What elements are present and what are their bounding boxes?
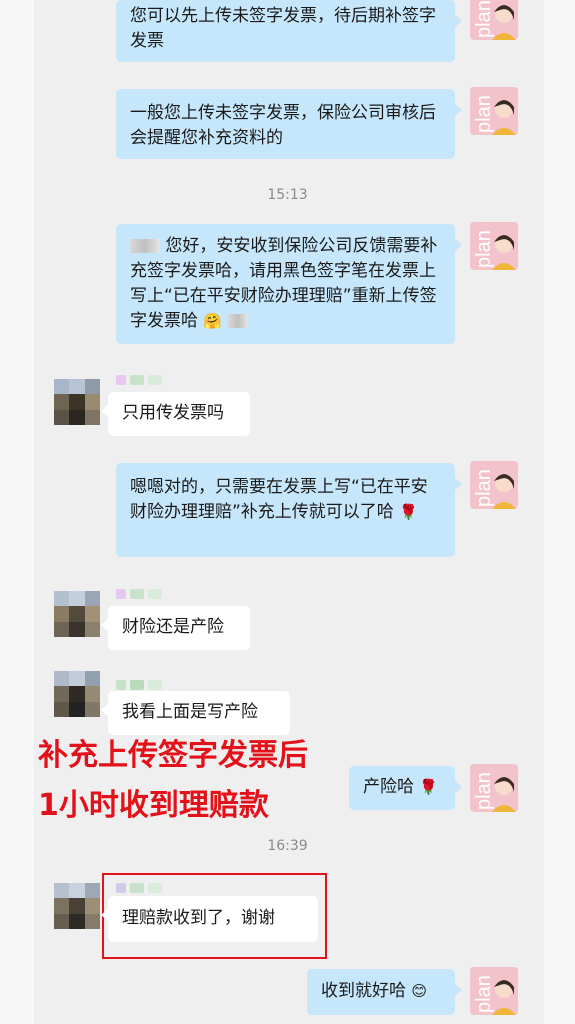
agent-avatar-icon: plan bbox=[470, 967, 518, 1015]
message-bubble-incoming[interactable]: 理赔款收到了，谢谢 bbox=[101, 896, 318, 942]
agent-avatar[interactable]: plan bbox=[470, 967, 518, 1015]
message-bubble-outgoing[interactable]: 您好，安安收到保险公司反馈需要补充签字发票哈，请用黑色签字笔在发票上写上“已在平… bbox=[116, 224, 462, 344]
svg-text:plan: plan bbox=[473, 469, 495, 507]
svg-text:plan: plan bbox=[473, 0, 495, 38]
timestamp: 16:39 bbox=[267, 838, 308, 854]
hug-emoji-icon: 🤗 bbox=[203, 312, 223, 330]
message-text: 嗯嗯对的，只需要在发票上写“已在平安财险办理理赔”补充上传就可以了哈 bbox=[130, 477, 428, 522]
agent-avatar[interactable]: plan bbox=[470, 222, 518, 270]
message-bubble-outgoing[interactable]: 产险哈 🌹 bbox=[349, 766, 462, 810]
message-text: 您可以先上传未签字发票，待后期补签字发票 bbox=[130, 6, 436, 51]
agent-avatar-icon: plan bbox=[470, 461, 518, 509]
agent-avatar-icon: plan bbox=[470, 764, 518, 812]
svg-text:plan: plan bbox=[473, 975, 495, 1013]
right-margin bbox=[544, 0, 575, 1024]
agent-avatar-icon: plan bbox=[470, 87, 518, 135]
message-bubble-outgoing[interactable]: 一般您上传未签字发票，保险公司审核后会提醒您补充资料的 bbox=[116, 89, 462, 159]
message-text: 您好，安安收到保险公司反馈需要补充签字发票哈，请用黑色签字笔在发票上写上“已在平… bbox=[130, 236, 438, 331]
blurred-sender-name bbox=[116, 883, 174, 893]
agent-avatar[interactable]: plan bbox=[470, 87, 518, 135]
svg-text:plan: plan bbox=[473, 95, 495, 133]
message-text: 财险还是产险 bbox=[122, 617, 224, 637]
blurred-sender-name bbox=[116, 589, 174, 599]
red-annotation-line2: 1小时收到理赔款 bbox=[38, 788, 269, 823]
user-avatar[interactable] bbox=[54, 379, 100, 425]
rose-emoji-icon: 🌹 bbox=[399, 503, 418, 521]
message-bubble-incoming[interactable]: 财险还是产险 bbox=[101, 606, 250, 650]
smile-emoji-icon: 😊 bbox=[411, 982, 428, 1000]
message-text: 理赔款收到了，谢谢 bbox=[122, 908, 275, 928]
user-avatar[interactable] bbox=[54, 591, 100, 637]
message-text: 只用传发票吗 bbox=[122, 403, 224, 423]
rose-emoji-icon: 🌹 bbox=[419, 778, 439, 796]
blurred-name bbox=[130, 239, 160, 253]
blurred-name bbox=[227, 314, 248, 328]
agent-avatar[interactable]: plan bbox=[470, 764, 518, 812]
user-avatar[interactable] bbox=[54, 883, 100, 929]
blurred-sender-name bbox=[116, 680, 174, 690]
message-bubble-incoming[interactable]: 我看上面是写产险 bbox=[101, 691, 290, 735]
left-margin bbox=[0, 0, 34, 1024]
agent-avatar[interactable]: plan bbox=[470, 461, 518, 509]
agent-avatar-icon: plan bbox=[470, 0, 518, 40]
svg-text:plan: plan bbox=[473, 772, 495, 810]
agent-avatar[interactable]: plan bbox=[470, 0, 518, 40]
timestamp: 15:13 bbox=[267, 187, 308, 203]
message-text: 我看上面是写产险 bbox=[122, 702, 258, 722]
message-text: 一般您上传未签字发票，保险公司审核后会提醒您补充资料的 bbox=[130, 103, 436, 148]
message-bubble-incoming[interactable]: 只用传发票吗 bbox=[101, 392, 250, 436]
message-bubble-outgoing[interactable]: 嗯嗯对的，只需要在发票上写“已在平安财险办理理赔”补充上传就可以了哈 🌹 bbox=[116, 463, 462, 557]
message-text: 产险哈 bbox=[363, 777, 414, 797]
blurred-sender-name bbox=[116, 375, 174, 385]
message-text: 收到就好哈 bbox=[321, 981, 406, 1001]
message-bubble-outgoing[interactable]: 收到就好哈 😊 bbox=[307, 969, 462, 1015]
agent-avatar-icon: plan bbox=[470, 222, 518, 270]
user-avatar[interactable] bbox=[54, 671, 100, 717]
red-annotation-line1: 补充上传签字发票后 bbox=[38, 738, 308, 773]
svg-text:plan: plan bbox=[473, 230, 495, 268]
message-bubble-outgoing[interactable]: 您可以先上传未签字发票，待后期补签字发票 bbox=[116, 0, 462, 62]
